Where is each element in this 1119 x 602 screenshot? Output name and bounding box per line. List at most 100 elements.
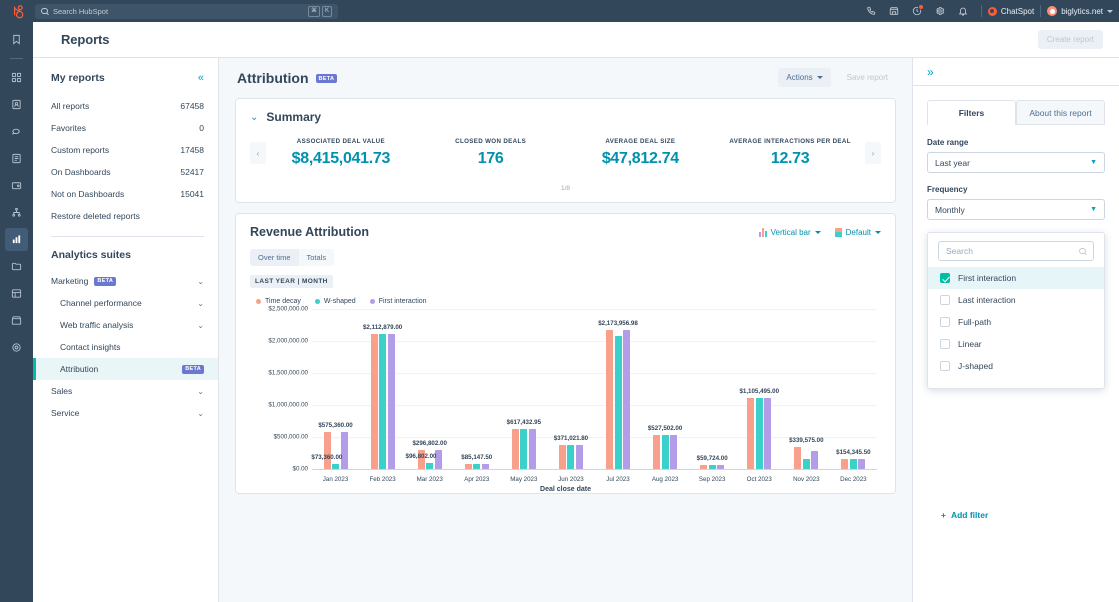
checkbox-icon[interactable] bbox=[940, 361, 950, 371]
bar[interactable] bbox=[520, 429, 527, 469]
add-filter-button[interactable]: + Add filter bbox=[941, 510, 1105, 520]
bar[interactable] bbox=[341, 432, 348, 469]
bar[interactable] bbox=[615, 336, 622, 469]
bar-group[interactable]: $296,802.00$96,802.00 bbox=[406, 309, 453, 469]
bar[interactable] bbox=[576, 445, 583, 469]
create-report-button[interactable]: Create report bbox=[1038, 30, 1103, 49]
bar[interactable] bbox=[465, 464, 472, 469]
bar-group[interactable]: $154,345.50 bbox=[830, 309, 877, 469]
chatspot-button[interactable]: ChatSpot bbox=[988, 7, 1034, 16]
bar[interactable] bbox=[388, 334, 395, 469]
chevron-down-icon[interactable]: ⌄ bbox=[197, 277, 204, 286]
legend-item-time-decay[interactable]: Time decay bbox=[256, 298, 301, 305]
bar[interactable] bbox=[858, 459, 865, 469]
bar[interactable] bbox=[662, 435, 669, 469]
marketplace-icon[interactable] bbox=[5, 309, 28, 332]
sidebar-item-not-on-dashboards[interactable]: Not on Dashboards 15041 bbox=[33, 183, 218, 205]
bar-group[interactable]: $1,105,495.00 bbox=[736, 309, 783, 469]
date-range-select[interactable]: Last year ▼ bbox=[927, 152, 1105, 173]
bar-group[interactable]: $617,432.95 bbox=[500, 309, 547, 469]
sidebar-item-marketing[interactable]: Marketing BETA ⌄ bbox=[33, 270, 218, 292]
chevrons-right-icon[interactable]: » bbox=[927, 65, 934, 79]
dropdown-option-linear[interactable]: Linear bbox=[928, 333, 1104, 355]
bar[interactable] bbox=[747, 398, 754, 469]
sidebar-item-channel-performance[interactable]: Channel performance ⌄ bbox=[33, 292, 218, 314]
bar[interactable] bbox=[529, 429, 536, 469]
sidebar-item-custom-reports[interactable]: Custom reports 17458 bbox=[33, 139, 218, 161]
marketing-icon[interactable] bbox=[5, 147, 28, 170]
frequency-select[interactable]: Monthly ▼ bbox=[927, 199, 1105, 220]
account-menu[interactable]: biglytics.net bbox=[1047, 6, 1113, 16]
conversations-icon[interactable] bbox=[5, 120, 28, 143]
bar[interactable] bbox=[794, 447, 801, 469]
dropdown-search-input[interactable]: Search bbox=[938, 241, 1094, 261]
bar[interactable] bbox=[567, 445, 574, 469]
tab-over-time[interactable]: Over time bbox=[250, 249, 299, 266]
bar[interactable] bbox=[379, 334, 386, 469]
dropdown-option-first-interaction[interactable]: First interaction bbox=[928, 267, 1104, 289]
chevron-down-icon[interactable]: ⌄ bbox=[197, 321, 204, 330]
bar-group[interactable]: $371,021.80 bbox=[547, 309, 594, 469]
dropdown-option-full-path[interactable]: Full-path bbox=[928, 311, 1104, 333]
sidebar-item-sales[interactable]: Sales ⌄ bbox=[33, 380, 218, 402]
sidebar-item-attribution[interactable]: Attribution BETA bbox=[33, 358, 218, 380]
bar-group[interactable]: $527,502.00 bbox=[642, 309, 689, 469]
save-report-button[interactable]: Save report bbox=[839, 68, 896, 87]
workspaces-icon[interactable] bbox=[5, 66, 28, 89]
hubspot-sprocket-icon[interactable] bbox=[0, 4, 33, 19]
chevron-down-icon[interactable]: ⌄ bbox=[197, 387, 204, 396]
bar-group[interactable]: $2,173,956.98 bbox=[594, 309, 641, 469]
bar[interactable] bbox=[850, 459, 857, 469]
kpi-prev-button[interactable]: ‹ bbox=[250, 142, 266, 164]
bar[interactable] bbox=[324, 432, 331, 469]
bar[interactable] bbox=[764, 398, 771, 469]
bar-group[interactable]: $339,575.00 bbox=[783, 309, 830, 469]
legend-item-w-shaped[interactable]: W-shaped bbox=[315, 298, 356, 305]
checkbox-icon[interactable] bbox=[940, 273, 950, 283]
automation-icon[interactable] bbox=[5, 201, 28, 224]
sidebar-item-service[interactable]: Service ⌄ bbox=[33, 402, 218, 424]
sidebar-item-favorites[interactable]: Favorites 0 bbox=[33, 117, 218, 139]
sidebar-item-web-traffic-analysis[interactable]: Web traffic analysis ⌄ bbox=[33, 314, 218, 336]
checkbox-icon[interactable] bbox=[940, 317, 950, 327]
contacts-icon[interactable] bbox=[5, 93, 28, 116]
search-input[interactable]: Search HubSpot ⌘ K bbox=[35, 4, 338, 19]
chevrons-left-icon[interactable]: « bbox=[198, 73, 204, 84]
actions-button[interactable]: Actions bbox=[778, 68, 830, 87]
bar[interactable] bbox=[803, 459, 810, 469]
sidebar-item-on-dashboards[interactable]: On Dashboards 52417 bbox=[33, 161, 218, 183]
bar[interactable] bbox=[670, 435, 677, 469]
bar[interactable] bbox=[623, 330, 630, 469]
tab-about-this-report[interactable]: About this report bbox=[1016, 100, 1105, 124]
bar-group[interactable]: $59,724.00 bbox=[689, 309, 736, 469]
chevron-down-icon[interactable]: ⌄ bbox=[197, 409, 204, 418]
bar[interactable] bbox=[559, 445, 566, 469]
checkbox-icon[interactable] bbox=[940, 339, 950, 349]
bar[interactable] bbox=[717, 465, 724, 469]
tab-filters[interactable]: Filters bbox=[927, 100, 1016, 124]
bar[interactable] bbox=[653, 435, 660, 469]
bar[interactable] bbox=[473, 464, 480, 469]
settings-gear-icon[interactable] bbox=[929, 0, 952, 22]
bar[interactable] bbox=[700, 465, 707, 469]
sidebar-item-contact-insights[interactable]: Contact insights bbox=[33, 336, 218, 358]
marketplace-icon[interactable] bbox=[883, 0, 906, 22]
sales-icon[interactable] bbox=[5, 174, 28, 197]
bookmark-icon[interactable] bbox=[5, 28, 28, 51]
bar[interactable] bbox=[426, 463, 433, 469]
bar[interactable] bbox=[841, 459, 848, 469]
data-management-icon[interactable] bbox=[5, 282, 28, 305]
bar[interactable] bbox=[709, 465, 716, 469]
bar[interactable] bbox=[811, 451, 818, 469]
sidebar-item-all-reports[interactable]: All reports 67458 bbox=[33, 95, 218, 117]
library-icon[interactable] bbox=[5, 255, 28, 278]
notifications-bell-icon[interactable] bbox=[952, 0, 975, 22]
chevron-down-icon[interactable]: ⌄ bbox=[197, 299, 204, 308]
bar[interactable] bbox=[482, 464, 489, 469]
checkbox-icon[interactable] bbox=[940, 295, 950, 305]
kpi-next-button[interactable]: › bbox=[865, 142, 881, 164]
chart-type-selector[interactable]: Vertical bar bbox=[759, 228, 821, 237]
sidebar-item-restore-deleted-reports[interactable]: Restore deleted reports bbox=[33, 205, 218, 227]
bar-group[interactable]: $85,147.50 bbox=[453, 309, 500, 469]
chevron-down-icon[interactable]: ⌄ bbox=[250, 112, 258, 123]
